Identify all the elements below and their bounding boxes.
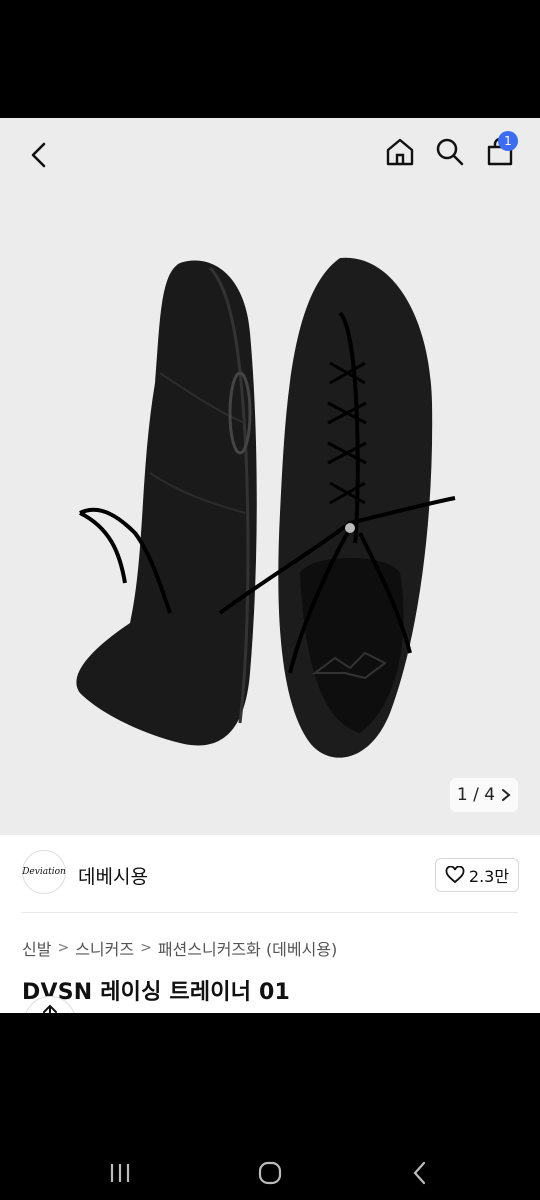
brand-row[interactable]: Deviation 데베시용 2.3만 xyxy=(0,836,540,914)
breadcrumb-item[interactable]: 신발 xyxy=(22,936,51,960)
brand-logo[interactable]: Deviation xyxy=(22,850,66,894)
product-image xyxy=(76,257,456,758)
like-count: 2.3만 xyxy=(468,867,510,886)
pager-text: 1 / 4 xyxy=(456,785,496,805)
brand-name[interactable]: 데베시용 xyxy=(78,862,148,889)
like-button[interactable]: 2.3만 xyxy=(435,858,519,892)
brand-logo-text: Deviation xyxy=(22,867,66,877)
breadcrumb: 신발 > 스니커즈 > 패션스니커즈화 (데베시용) xyxy=(22,936,337,960)
chevron-right-icon: > xyxy=(140,940,152,956)
breadcrumb-item[interactable]: 스니커즈 xyxy=(75,936,134,960)
gallery-pager[interactable]: 1 / 4 xyxy=(450,778,518,812)
divider xyxy=(22,912,518,913)
search-button[interactable] xyxy=(430,132,470,172)
product-screen: 1 1 / 4 Deviation 데베시용 2.3만 신발 > 스니커즈 > … xyxy=(0,118,540,1013)
system-back-button[interactable] xyxy=(400,1153,440,1193)
home-icon xyxy=(386,138,414,166)
product-image-gallery[interactable]: 1 1 / 4 xyxy=(0,118,540,835)
back-chevron-icon xyxy=(413,1161,426,1185)
arrow-up-icon xyxy=(43,1004,57,1013)
cart-count-badge: 1 xyxy=(498,131,518,151)
back-button[interactable] xyxy=(20,136,58,174)
breadcrumb-item[interactable]: 패션스니커즈화 (데베시용) xyxy=(158,936,338,960)
system-navigation-bar xyxy=(0,1013,540,1200)
search-icon xyxy=(436,138,464,166)
heart-outline-icon xyxy=(445,866,465,884)
status-bar xyxy=(0,0,540,118)
system-home-button[interactable] xyxy=(250,1153,290,1193)
chevron-right-icon xyxy=(502,789,511,801)
home-button[interactable] xyxy=(380,132,420,172)
recent-apps-icon xyxy=(110,1164,130,1182)
chevron-left-icon xyxy=(31,142,46,168)
recent-apps-button[interactable] xyxy=(100,1153,140,1193)
chevron-right-icon: > xyxy=(57,940,70,956)
home-circle-icon xyxy=(258,1161,282,1185)
